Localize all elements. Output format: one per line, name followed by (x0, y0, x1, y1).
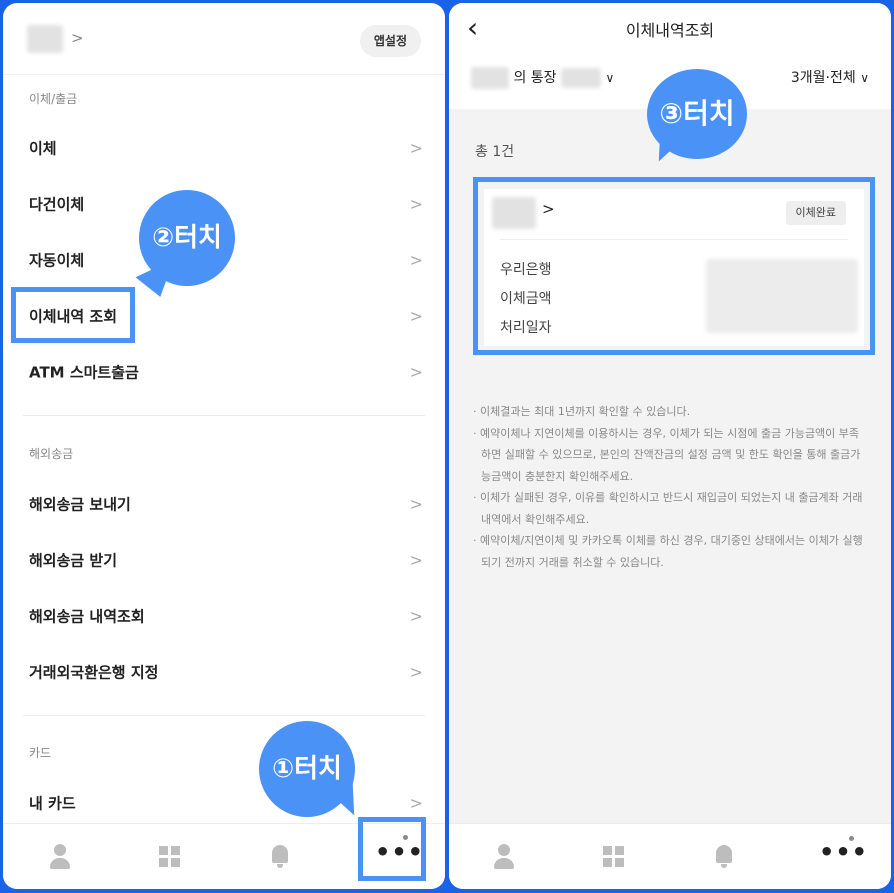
chevron-right-icon: > (409, 793, 423, 813)
menu-item-fx-bank[interactable]: 거래외국환은행 지정 > (3, 644, 445, 700)
app-settings-button[interactable]: 앱설정 (359, 25, 421, 57)
menu-item-label: 다건이체 (29, 195, 85, 214)
account-number-blurred (561, 68, 601, 88)
menu-item-label: 이체 (29, 139, 57, 158)
chevron-right-icon: > (409, 494, 423, 514)
chevron-right-icon: > (409, 362, 423, 382)
notice-list: · 이체결과는 최대 1년까지 확인할 수 있습니다. · 예약이체나 지연이체… (473, 401, 865, 573)
grid-icon[interactable] (155, 842, 185, 872)
account-selector[interactable]: 의 통장 ∨ (471, 67, 614, 89)
notice-item: · 예약이체나 지연이체를 이용하시는 경우, 이체가 되는 시점에 출금 가능… (473, 426, 861, 483)
section-label-card: 카드 (29, 746, 52, 760)
chevron-right-icon: > (409, 550, 423, 570)
menu-item-transfer[interactable]: 이체 > (3, 120, 445, 176)
section-label-transfer: 이체/출금 (29, 92, 78, 106)
section-divider (23, 715, 425, 716)
highlight-transfer-history (11, 287, 135, 343)
notification-dot (849, 836, 854, 841)
notice-item: · 예약이체/지연이체 및 카카오톡 이체를 하신 경우, 대기중인 상태에서는… (473, 534, 863, 569)
menu-item-label: ATM 스마트출금 (29, 363, 139, 382)
transfer-history-screen: ‹ 이체내역조회 의 통장 ∨ 3개월·전체 ∨ 총 1건 > 이체완료 우리은… (449, 3, 891, 889)
chevron-down-icon: ∨ (605, 71, 615, 85)
chevron-right-icon: > (409, 250, 423, 270)
section-divider (23, 415, 425, 416)
menu-item-label: 내 카드 (29, 794, 76, 813)
chevron-right-icon: > (409, 194, 423, 214)
top-bar: > 앱설정 (3, 3, 445, 75)
grid-icon[interactable] (599, 842, 629, 872)
menu-item-overseas-receive[interactable]: 해외송금 받기 > (3, 532, 445, 588)
bell-icon[interactable] (265, 842, 295, 872)
menu-item-label: 해외송금 내역조회 (29, 607, 145, 626)
callout-touch-3: ③터치 (647, 69, 747, 159)
menu-screen: > 앱설정 이체/출금 이체 > 다건이체 > 자동이체 > 이체내역 조회 >… (3, 3, 445, 889)
account-suffix: 의 통장 (513, 70, 557, 86)
period-filter[interactable]: 3개월·전체 ∨ (791, 67, 869, 87)
profile-name-blurred (27, 25, 63, 53)
period-filter-label: 3개월·전체 (790, 70, 856, 86)
menu-item-label: 해외송금 보내기 (29, 495, 131, 514)
account-owner-blurred (471, 67, 509, 89)
more-icon[interactable]: ••• (819, 840, 867, 872)
bottom-nav: ••• (449, 823, 891, 889)
section-label-overseas: 해외송금 (29, 447, 74, 461)
person-icon[interactable] (489, 842, 519, 872)
highlight-more-button (358, 817, 426, 881)
chevron-down-icon: ∨ (860, 71, 869, 85)
chevron-right-icon: > (409, 306, 423, 326)
profile-chevron-icon[interactable]: > (71, 29, 84, 47)
callout-touch-2: ②터치 (139, 190, 235, 286)
menu-item-overseas-send[interactable]: 해외송금 보내기 > (3, 476, 445, 532)
notice-item: · 이체결과는 최대 1년까지 확인할 수 있습니다. (473, 405, 691, 418)
chevron-right-icon: > (409, 606, 423, 626)
chevron-right-icon: > (409, 662, 423, 682)
menu-item-atm-withdraw[interactable]: ATM 스마트출금 > (3, 344, 445, 400)
page-title: 이체내역조회 (625, 21, 715, 40)
menu-item-label: 해외송금 받기 (29, 551, 118, 570)
menu-item-label: 자동이체 (29, 251, 85, 270)
chevron-right-icon: > (409, 138, 423, 158)
menu-item-overseas-history[interactable]: 해외송금 내역조회 > (3, 588, 445, 644)
highlight-transfer-card (473, 177, 875, 355)
bell-icon[interactable] (709, 842, 739, 872)
menu-item-label: 거래외국환은행 지정 (29, 663, 159, 682)
total-count: 총 1건 (475, 144, 515, 160)
person-icon[interactable] (45, 842, 75, 872)
notice-item: · 이체가 실패된 경우, 이유를 확인하시고 반드시 재입금이 되었는지 내 … (473, 491, 863, 526)
callout-touch-1: ①터치 (259, 721, 355, 817)
